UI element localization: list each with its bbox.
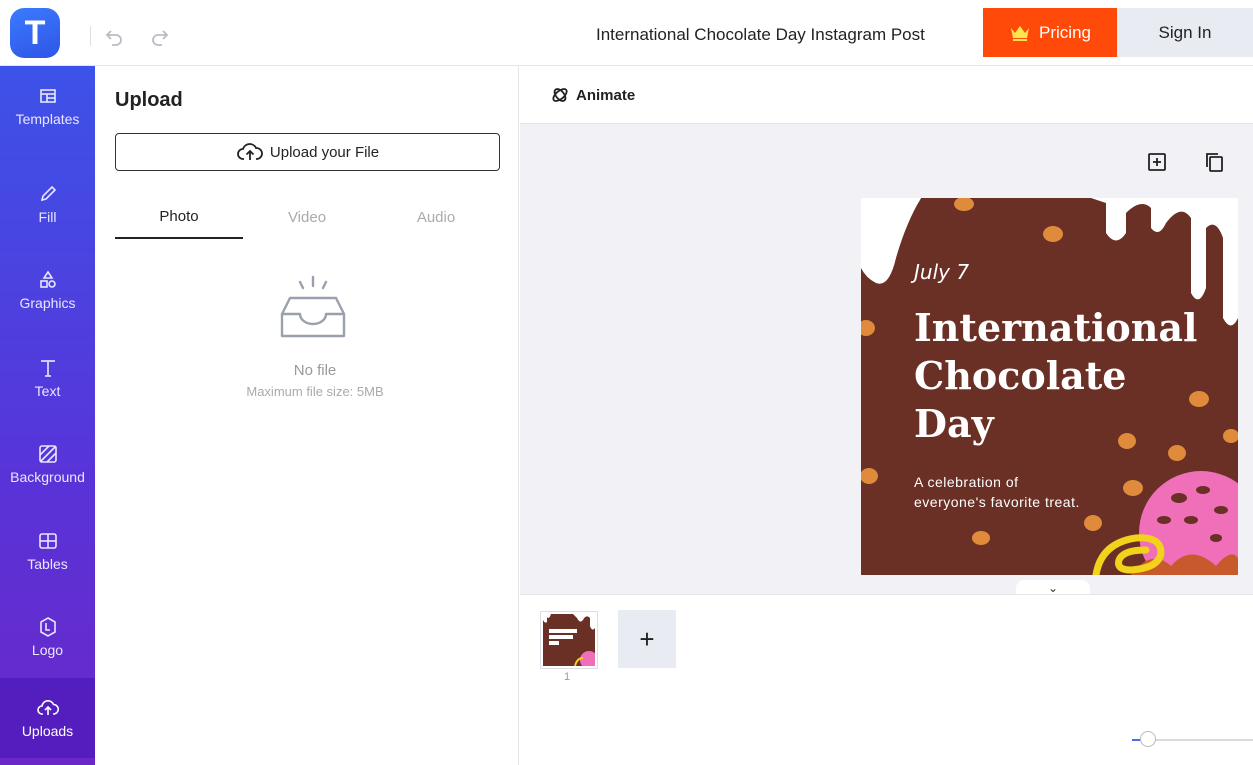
crown-icon — [1011, 25, 1030, 41]
sprinkle — [1157, 516, 1171, 524]
sidebar-item-label: Tables — [27, 556, 68, 572]
sidebar-item-text[interactable]: Text — [0, 338, 95, 418]
white-drip-left — [861, 198, 921, 284]
pricing-label: Pricing — [1039, 22, 1091, 42]
sidebar-item-uploads[interactable]: Uploads — [0, 678, 95, 758]
top-bar: T International Chocolate Day Instagram … — [0, 0, 1253, 66]
text-icon — [40, 360, 55, 377]
sprinkle — [1214, 506, 1228, 514]
pricing-button[interactable]: Pricing — [983, 8, 1117, 57]
sign-in-button[interactable]: Sign In — [1117, 8, 1253, 57]
sidebar-item-templates[interactable]: Templates — [0, 66, 95, 146]
upload-button-label: Upload your File — [269, 143, 380, 161]
app-logo[interactable]: T — [10, 8, 60, 58]
tab-photo[interactable]: Photo — [115, 196, 243, 239]
animate-icon — [552, 88, 568, 102]
design-canvas[interactable]: July 7 International Chocolate Day A cel… — [861, 198, 1238, 575]
sidebar-item-graphics[interactable]: Graphics — [0, 250, 95, 330]
choc-chip — [861, 468, 878, 484]
logo-icon — [39, 617, 56, 637]
redo-icon[interactable] — [148, 24, 172, 48]
empty-state-title: No file — [293, 362, 337, 379]
pages-strip: 1 + — [520, 594, 1253, 765]
choc-chip — [1223, 429, 1238, 443]
cloud-upload-icon — [237, 143, 263, 160]
canvas-workspace: July 7 International Chocolate Day A cel… — [520, 124, 1253, 594]
zoom-slider-handle[interactable] — [1140, 731, 1156, 747]
expand-pages-toggle[interactable]: ⌄ — [1016, 580, 1090, 594]
animate-button[interactable]: Animate — [550, 85, 635, 105]
choc-chip — [954, 198, 974, 211]
chevron-down-icon: ⌄ — [1047, 581, 1059, 594]
canvas-toolbar: Animate — [520, 66, 1253, 124]
table-icon — [38, 533, 57, 549]
shapes-icon — [39, 270, 56, 288]
sidebar: Templates Fill Graphics Text Background … — [0, 66, 95, 765]
design-subtitle[interactable]: A celebration of everyone's favorite tre… — [914, 472, 1094, 512]
pencil-icon — [40, 185, 56, 202]
sidebar-item-label: Fill — [38, 209, 57, 225]
upload-panel: Upload Upload your File Photo Video Audi… — [95, 66, 519, 765]
sidebar-item-label: Uploads — [21, 723, 74, 739]
thumbnail-preview — [543, 614, 595, 666]
page-thumbnail[interactable] — [540, 611, 598, 669]
upload-file-button[interactable]: Upload your File — [115, 133, 500, 171]
choc-chip — [861, 320, 875, 336]
animate-label: Animate — [576, 86, 636, 104]
sidebar-item-label: Logo — [31, 642, 64, 658]
undo-icon[interactable] — [102, 24, 126, 48]
empty-state-subtitle: Maximum file size: 5MB — [246, 384, 384, 399]
background-icon — [38, 445, 57, 463]
cloud-upload-icon — [36, 700, 59, 715]
templates-icon — [39, 89, 56, 103]
choc-chip — [1043, 226, 1063, 242]
thumbnail-artwork — [543, 614, 595, 666]
choc-chip — [1123, 480, 1143, 496]
sidebar-item-label: Background — [10, 469, 85, 485]
add-page-button[interactable]: + — [618, 610, 676, 668]
sidebar-item-fill[interactable]: Fill — [0, 164, 95, 244]
sidebar-item-background[interactable]: Background — [0, 424, 95, 504]
tab-video[interactable]: Video — [243, 196, 371, 239]
sprinkle — [1210, 534, 1222, 542]
empty-inbox-icon — [280, 275, 346, 338]
tab-audio[interactable]: Audio — [372, 196, 500, 239]
sprinkle — [1184, 516, 1198, 524]
sprinkle — [1171, 493, 1187, 503]
panel-title: Upload — [115, 89, 183, 111]
sidebar-item-label: Text — [34, 383, 61, 399]
divider — [90, 26, 91, 46]
sidebar-item-label: Templates — [15, 111, 80, 127]
sidebar-item-tables[interactable]: Tables — [0, 511, 95, 591]
sprinkle — [1196, 486, 1210, 494]
duplicate-icon[interactable] — [1203, 151, 1225, 173]
add-page-icon[interactable] — [1146, 151, 1168, 173]
document-title[interactable]: International Chocolate Day Instagram Po… — [596, 25, 925, 45]
choc-chip — [1084, 515, 1102, 531]
sidebar-item-logo[interactable]: Logo — [0, 597, 95, 677]
design-title[interactable]: International Chocolate Day — [914, 304, 1214, 448]
sidebar-item-label: Graphics — [19, 295, 76, 311]
media-tabs: Photo Video Audio — [115, 196, 500, 240]
choc-chip — [972, 531, 990, 545]
page-number: 1 — [564, 671, 571, 683]
design-date[interactable]: July 7 — [914, 260, 969, 284]
